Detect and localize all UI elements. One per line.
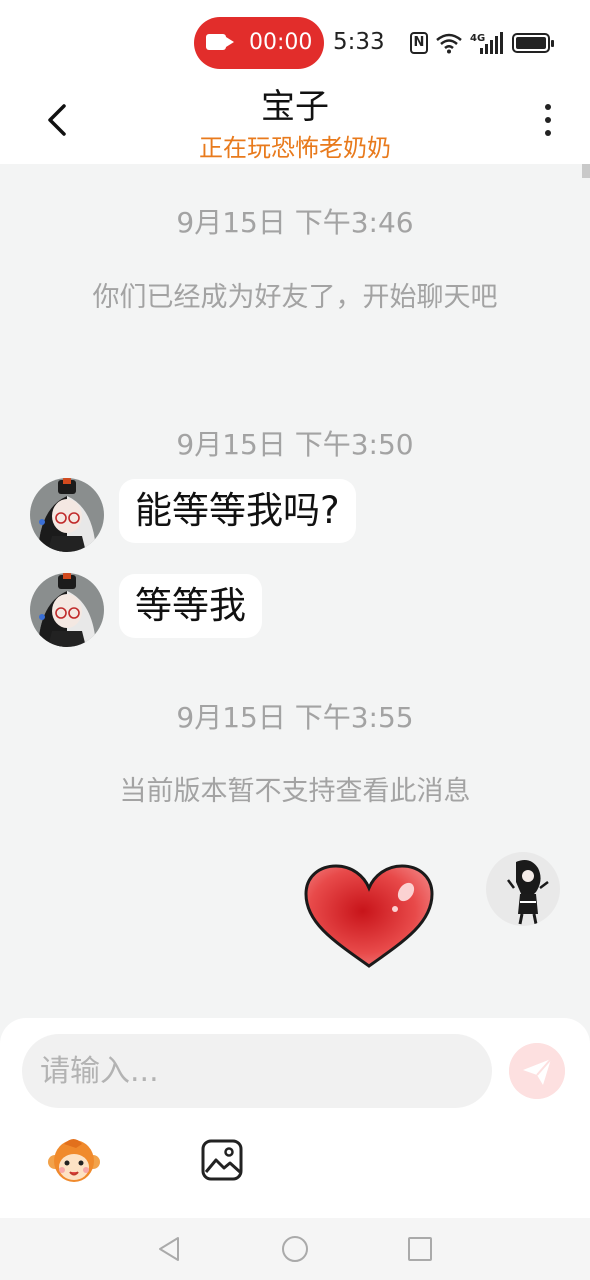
message-bubble[interactable]: 等等我 — [119, 574, 262, 638]
nav-home-button[interactable] — [282, 1236, 308, 1262]
emoji-button[interactable] — [46, 1136, 102, 1186]
contact-name: 宝子 — [261, 87, 329, 127]
image-picker-icon — [201, 1139, 243, 1181]
nav-back-button[interactable] — [156, 1236, 182, 1262]
composer — [0, 1018, 590, 1218]
signal-4g-icon: 4G — [470, 32, 503, 54]
recording-time: 00:00 — [249, 30, 313, 55]
nfc-icon: N — [410, 32, 428, 54]
system-message: 你们已经成为好友了，开始聊天吧 — [92, 282, 498, 313]
nav-recents-button[interactable] — [408, 1237, 432, 1261]
system-nav-bar — [0, 1218, 590, 1280]
contact-status: 正在玩恐怖老奶奶 — [199, 134, 391, 162]
timestamp: 9月15日 下午3:50 — [176, 428, 414, 461]
contact-avatar[interactable] — [30, 573, 104, 647]
user-avatar[interactable] — [486, 852, 560, 926]
scrollbar[interactable] — [582, 164, 590, 178]
wifi-icon — [436, 33, 462, 54]
system-icons: N 4G — [410, 30, 554, 56]
svg-text:4G: 4G — [470, 33, 485, 44]
video-record-icon — [206, 34, 234, 50]
contact-avatar[interactable] — [30, 478, 104, 552]
monkey-emoji-icon — [48, 1139, 100, 1182]
chat-messages[interactable]: 9月15日 下午3:46 你们已经成为好友了，开始聊天吧 9月15日 下午3:5… — [0, 164, 590, 1020]
timestamp: 9月15日 下午3:46 — [176, 206, 414, 239]
status-bar: 00:00 5:33 N 4G — [0, 0, 590, 82]
send-button[interactable] — [509, 1043, 565, 1099]
more-options-button[interactable] — [530, 100, 566, 140]
screen-record-pill[interactable]: 00:00 — [194, 17, 324, 69]
clock: 5:33 — [333, 29, 385, 55]
chat-header: 宝子 正在玩恐怖老奶奶 — [0, 82, 590, 164]
image-picker-button[interactable] — [200, 1138, 244, 1182]
red-heart-icon[interactable] — [302, 862, 436, 972]
more-vertical-icon — [545, 104, 551, 110]
battery-icon — [512, 33, 554, 53]
message-bubble[interactable]: 能等等我吗? — [119, 479, 356, 543]
message-input[interactable] — [22, 1034, 492, 1108]
timestamp: 9月15日 下午3:55 — [176, 701, 414, 734]
system-message: 当前版本暂不支持查看此消息 — [119, 776, 471, 807]
